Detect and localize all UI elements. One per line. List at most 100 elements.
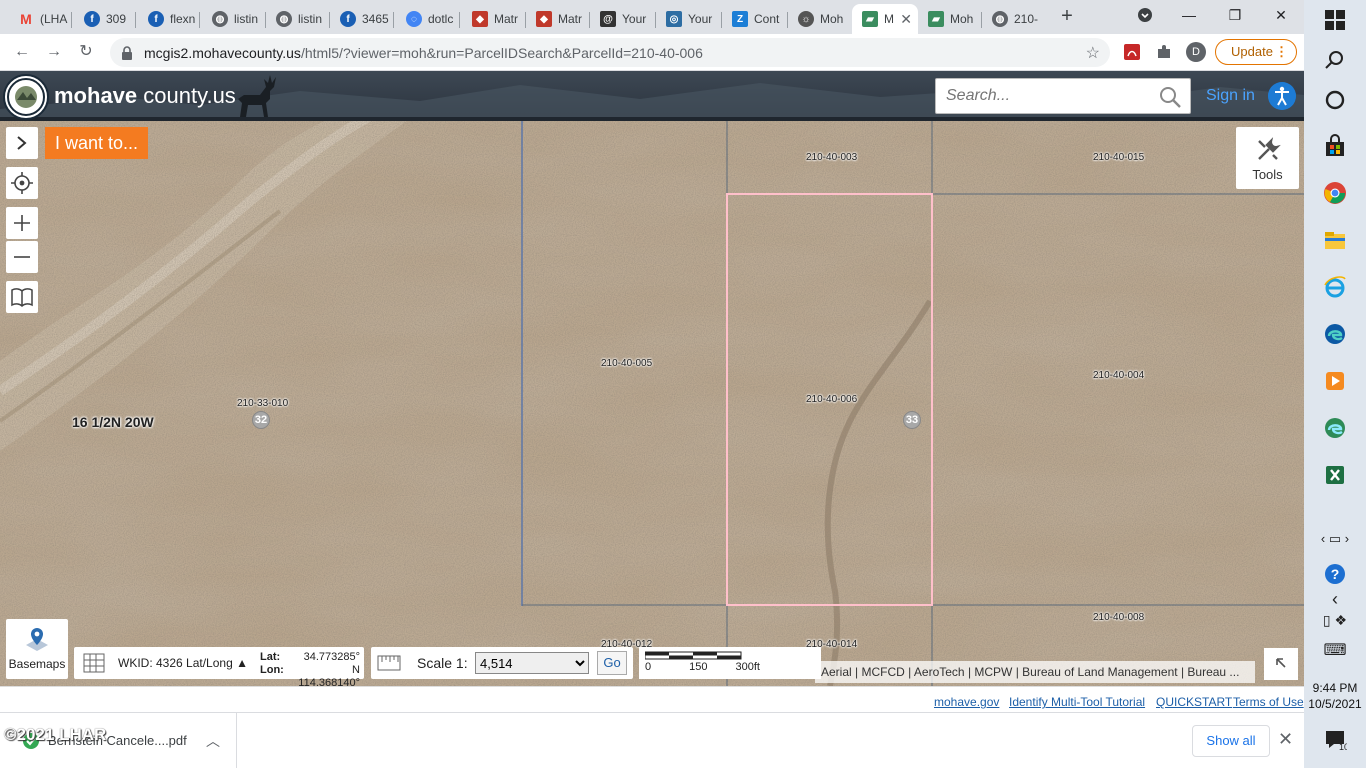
reload-icon[interactable]: ↻ (74, 40, 98, 64)
scale-ruler-icon[interactable] (377, 653, 403, 673)
bookmark-star-icon[interactable]: ☆ (1086, 43, 1100, 63)
site-search-input[interactable] (936, 79, 1146, 113)
edge-dev-icon[interactable] (1323, 416, 1347, 440)
globe-icon: ◍ (276, 11, 292, 27)
scale-bar-ticks: 0 150 300ft (645, 661, 760, 673)
profile-avatar[interactable]: D (1186, 42, 1206, 62)
edge-icon[interactable] (1323, 322, 1347, 346)
scale-go-button[interactable]: Go (597, 651, 627, 675)
zoom-in-button[interactable] (6, 207, 38, 239)
close-download-bar-icon[interactable]: ✕ (1278, 729, 1293, 750)
my-location-button[interactable] (6, 167, 38, 199)
collapse-attribution-button[interactable] (1264, 648, 1298, 680)
chevron-up-icon[interactable]: ︿ (206, 731, 220, 751)
scale-select[interactable]: 4,514 (475, 652, 589, 674)
restore-icon[interactable]: ❐ (1212, 0, 1258, 30)
elk-logo-icon (238, 75, 276, 117)
show-all-downloads-button[interactable]: Show all (1192, 725, 1270, 757)
expand-panel-button[interactable] (6, 127, 38, 159)
keyboard-icon[interactable]: ⌨ (1304, 640, 1366, 660)
media-player-icon[interactable] (1323, 369, 1347, 393)
tab-1[interactable]: M (LHA (8, 4, 72, 34)
help-icon[interactable]: ? (1323, 562, 1347, 586)
footer-link-quickstart[interactable]: QUICKSTART (1156, 695, 1232, 709)
cortana-icon[interactable] (1323, 88, 1347, 112)
map-icon: ▰ (862, 11, 878, 27)
tab-2[interactable]: f 309 (74, 4, 136, 34)
site-header: mohave county.us Sign in (0, 71, 1304, 121)
excel-icon[interactable] (1323, 463, 1347, 487)
accessibility-icon[interactable] (1268, 82, 1296, 110)
forward-icon[interactable]: → (42, 40, 66, 64)
map-icon: ▰ (928, 11, 944, 27)
arrow-up-left-icon (1276, 658, 1286, 668)
tab-3[interactable]: f flexn (138, 4, 200, 34)
taskbar-scroll-arrows[interactable]: ‹ ▭ › (1304, 531, 1366, 547)
chrome-icon[interactable] (1323, 181, 1347, 205)
tools-wrench-icon (1257, 137, 1281, 160)
tab-12[interactable]: Z Cont (722, 4, 788, 34)
crosshair-icon (11, 172, 33, 194)
taskbar-clock[interactable]: 9:44 PM 10/5/2021 (1304, 680, 1366, 712)
bookmarks-button[interactable] (6, 281, 38, 313)
zillow-icon: Z (732, 11, 748, 27)
extensions-puzzle-icon[interactable] (1154, 42, 1174, 62)
tray-icons[interactable]: ▯ ❖ (1304, 612, 1366, 629)
basemap-pin-icon (26, 628, 48, 651)
search-icon[interactable] (1323, 48, 1347, 72)
site-search-box[interactable] (935, 78, 1191, 114)
footer-link-tutorial[interactable]: Identify Multi-Tool Tutorial (1009, 695, 1145, 709)
notification-center-icon[interactable]: 10 (1323, 728, 1347, 752)
tab-16[interactable]: ◍ 210- (982, 4, 1046, 34)
lock-icon (122, 45, 132, 60)
new-tab-button[interactable]: + (1056, 4, 1078, 30)
tab-8[interactable]: ◆ Matr (462, 4, 526, 34)
windows-taskbar: ‹ ▭ › ? ‹ ▯ ❖ ⌨ 9:44 PM 10/5/2021 10 (1304, 0, 1366, 768)
map-viewer[interactable]: 210-40-003 210-40-015 210-40-005 210-40-… (0, 121, 1304, 686)
tab-9[interactable]: ◆ Matr (526, 4, 590, 34)
tab-13[interactable]: ☼ Moh (788, 4, 852, 34)
update-button[interactable]: Update ⋮ (1215, 39, 1297, 65)
triangle-up-icon: ▲ (236, 656, 248, 670)
site-name[interactable]: mohave county.us (54, 83, 236, 109)
address-bar[interactable]: mcgis2.mohavecounty.us/html5/?viewer=moh… (110, 38, 1110, 67)
tab-14-active[interactable]: ▰ M ✕ (852, 4, 918, 34)
site-icon: @ (600, 11, 616, 27)
tools-button[interactable]: Tools (1236, 127, 1299, 189)
tab-6[interactable]: f 3465 (330, 4, 394, 34)
show-hidden-icons-chevron[interactable]: ‹ (1304, 589, 1366, 610)
footer-link-terms[interactable]: Terms of Use (1233, 695, 1304, 709)
basemaps-button[interactable]: Basemaps (6, 619, 68, 679)
chevron-right-icon (17, 136, 27, 150)
grid-coordinates-icon[interactable] (82, 652, 106, 674)
pdf-extension-icon[interactable] (1122, 42, 1142, 62)
tab-7[interactable]: ◌ dotlc (396, 4, 460, 34)
windows-start-icon[interactable] (1323, 8, 1347, 32)
minimize-icon[interactable]: — (1166, 0, 1212, 30)
close-tab-icon[interactable]: ✕ (900, 11, 912, 28)
tab-5[interactable]: ◍ listin (266, 4, 330, 34)
section-number-badge: 32 (252, 411, 270, 429)
tab-15[interactable]: ▰ Moh (918, 4, 982, 34)
close-window-icon[interactable]: ✕ (1258, 0, 1304, 30)
tab-11[interactable]: ◎ Your (656, 4, 722, 34)
back-icon[interactable]: ← (10, 40, 34, 64)
county-seal-icon: ☼ (798, 11, 814, 27)
tab-search-icon[interactable] (1122, 0, 1168, 30)
sign-in-link[interactable]: Sign in (1206, 87, 1255, 105)
url-text: mcgis2.mohavecounty.us/html5/?viewer=moh… (144, 44, 703, 61)
zoom-out-button[interactable] (6, 241, 38, 273)
store-bag-icon[interactable] (1323, 134, 1347, 158)
tab-4[interactable]: ◍ listin (202, 4, 266, 34)
search-icon[interactable] (1158, 85, 1182, 109)
svg-text:10: 10 (1339, 742, 1347, 752)
footer-link-mohave-gov[interactable]: mohave.gov (934, 695, 999, 709)
i-want-to-menu-button[interactable]: I want to... (45, 127, 149, 159)
file-explorer-icon[interactable] (1323, 228, 1347, 252)
county-seal-logo[interactable] (3, 74, 49, 120)
wkid-selector[interactable]: WKID: 4326 Lat/Long ▲ (118, 656, 248, 670)
matrix-icon: ◆ (536, 11, 552, 27)
tab-10[interactable]: @ Your (590, 4, 656, 34)
parcel-label-selected: 210-40-006 (806, 394, 858, 405)
internet-explorer-icon[interactable] (1323, 275, 1347, 299)
